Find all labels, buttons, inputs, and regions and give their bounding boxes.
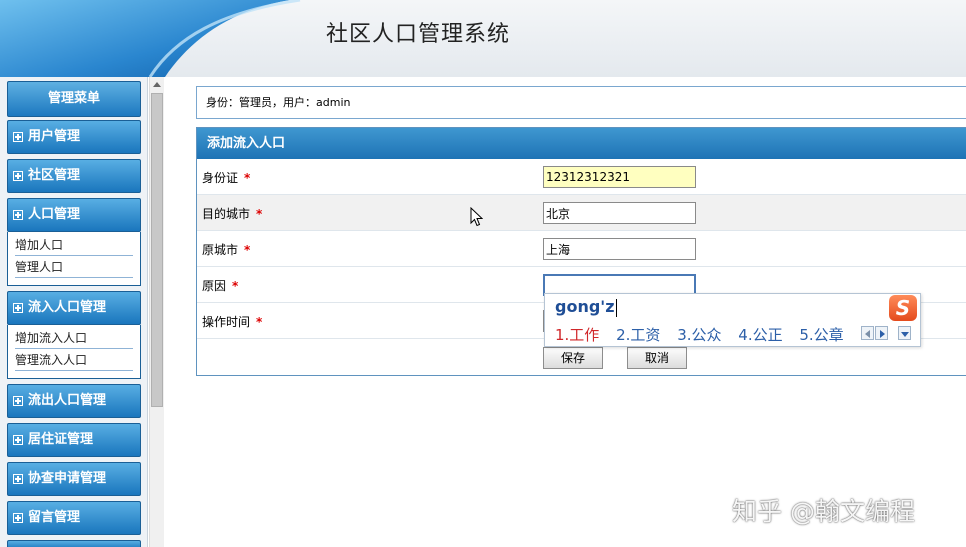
- scroll-up-arrow-icon[interactable]: [153, 82, 161, 87]
- menu-next-partial[interactable]: [7, 540, 141, 547]
- ime-candidate-list: 1.工作 2.工资 3.公众 4.公正 5.公章: [555, 324, 856, 345]
- expand-icon: [13, 474, 23, 484]
- submenu-item-add-population[interactable]: 增加人口: [15, 234, 133, 256]
- expand-icon: [13, 513, 23, 523]
- ime-candidate[interactable]: 5.公章: [799, 324, 843, 345]
- menu-label: 居住证管理: [28, 432, 94, 447]
- required-mark: *: [256, 315, 263, 329]
- form-row-destination-city: 目的城市 *: [197, 195, 966, 231]
- required-mark: *: [256, 207, 263, 221]
- menu-outflow-management[interactable]: 流出人口管理: [7, 384, 141, 418]
- submenu-item-manage-population[interactable]: 管理人口: [15, 256, 133, 278]
- submenu-inflow: 增加流入人口 管理流入人口: [7, 325, 141, 379]
- menu-user-management[interactable]: 用户管理: [7, 120, 141, 154]
- menu-label: 协查申请管理: [28, 471, 107, 486]
- form-row-id-card: 身份证 *: [197, 159, 966, 195]
- required-mark: *: [232, 279, 239, 293]
- field-label: 目的城市 *: [202, 207, 263, 221]
- menu-population-management[interactable]: 人口管理: [7, 198, 141, 232]
- origin-city-input[interactable]: [543, 238, 696, 260]
- header-banner-graphic: [0, 0, 301, 77]
- form-row-origin-city: 原城市 *: [197, 231, 966, 267]
- watermark: 知乎 @翰文编程: [732, 497, 915, 526]
- menu-label: 流出人口管理: [28, 393, 107, 408]
- required-mark: *: [244, 171, 251, 185]
- ime-candidate[interactable]: 1.工作: [555, 324, 599, 345]
- field-label: 原城市 *: [202, 243, 251, 257]
- app-window: 社区人口管理系统 管理菜单 用户管理 社区管理 人口管理 增加人口 管理人口 流…: [0, 0, 966, 547]
- ime-candidate[interactable]: 4.公正: [738, 324, 782, 345]
- menu-label: 人口管理: [28, 207, 81, 222]
- form-title: 添加流入人口: [197, 128, 966, 159]
- expand-icon: [13, 171, 23, 181]
- menu-community-management[interactable]: 社区管理: [7, 159, 141, 193]
- text-caret: [615, 298, 617, 317]
- expand-icon: [13, 396, 23, 406]
- ime-expand-icon[interactable]: [898, 326, 911, 340]
- submenu-item-add-inflow[interactable]: 增加流入人口: [15, 327, 133, 349]
- required-mark: *: [244, 243, 251, 257]
- ime-candidate[interactable]: 2.工资: [616, 324, 660, 345]
- app-header: 社区人口管理系统: [0, 0, 966, 77]
- destination-city-input[interactable]: [543, 202, 696, 224]
- field-label: 操作时间 *: [202, 315, 263, 329]
- ime-candidate[interactable]: 3.公众: [677, 324, 721, 345]
- sogou-logo-icon: S: [889, 295, 917, 321]
- ime-pinyin-composition: gong'z: [555, 297, 617, 317]
- menu-title: 管理菜单: [7, 81, 141, 117]
- app-title: 社区人口管理系统: [326, 22, 511, 47]
- menu-message-management[interactable]: 留言管理: [7, 501, 141, 535]
- scroll-thumb[interactable]: [151, 93, 163, 407]
- field-label: 原因 *: [202, 279, 239, 293]
- save-button[interactable]: 保存: [543, 347, 603, 369]
- submenu-item-manage-inflow[interactable]: 管理流入人口: [15, 349, 133, 371]
- menu-label: 流入人口管理: [28, 300, 107, 315]
- cancel-button[interactable]: 取消: [627, 347, 687, 369]
- menu-residence-permit[interactable]: 居住证管理: [7, 423, 141, 457]
- menu-label: 社区管理: [28, 168, 81, 183]
- ime-next-page-icon[interactable]: [875, 326, 888, 340]
- sidebar-scrollbar[interactable]: [149, 77, 164, 547]
- menu-label: 用户管理: [28, 129, 81, 144]
- expand-icon: [13, 132, 23, 142]
- expand-icon: [13, 303, 23, 313]
- ime-candidate-window: gong'z S 1.工作 2.工资 3.公众 4.公正 5.公章: [544, 293, 921, 347]
- id-card-input[interactable]: [543, 166, 696, 188]
- ime-prev-page-icon[interactable]: [861, 326, 874, 340]
- menu-assist-request[interactable]: 协查申请管理: [7, 462, 141, 496]
- expand-icon: [13, 435, 23, 445]
- menu-inflow-management[interactable]: 流入人口管理: [7, 291, 141, 325]
- submenu-population: 增加人口 管理人口: [7, 232, 141, 286]
- menu-label: 留言管理: [28, 510, 81, 525]
- mouse-pointer-icon: [470, 207, 483, 227]
- expand-icon: [13, 210, 23, 220]
- field-label: 身份证 *: [202, 171, 251, 185]
- sidebar: 管理菜单 用户管理 社区管理 人口管理 增加人口 管理人口 流入人口管理 增加流…: [0, 77, 148, 547]
- identity-bar: 身份：管理员，用户：admin: [196, 86, 966, 119]
